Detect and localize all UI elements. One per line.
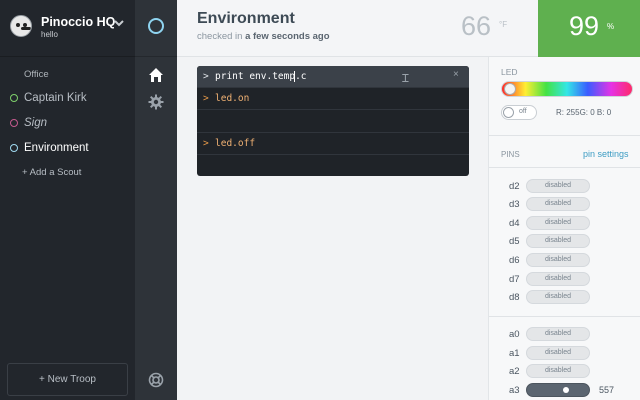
pin-row-d3: d3 disabled: [509, 197, 629, 211]
pin-row-a3: a3 557: [509, 383, 629, 397]
pin-name: d3: [509, 199, 520, 210]
icon-rail: [135, 0, 177, 400]
home-icon[interactable]: [148, 67, 164, 83]
rail-divider: [135, 56, 177, 57]
gear-icon[interactable]: [148, 94, 164, 110]
pin-name: a1: [509, 348, 520, 359]
console-line-prompt: >: [203, 138, 209, 149]
pin-mode-toggle[interactable]: disabled: [526, 179, 590, 193]
console-line-text: led.off: [215, 138, 256, 149]
toggle-knob: [563, 387, 569, 393]
console-line-text: led.on: [215, 93, 250, 104]
console-output-line: [197, 109, 469, 131]
rgb-readout: R: 255G: 0 B: 0: [556, 108, 612, 117]
status-ring-icon[interactable]: [148, 18, 164, 34]
console-line-prompt: >: [203, 93, 209, 104]
pin-name: a2: [509, 366, 520, 377]
pin-row-d8: d8 disabled: [509, 290, 629, 304]
humidity-value: 99: [569, 11, 600, 41]
console-output-line: [197, 154, 469, 176]
console-output-line: > led.off: [197, 132, 469, 154]
chevron-down-icon[interactable]: [113, 17, 125, 29]
pin-mode-toggle[interactable]: disabled: [526, 253, 590, 267]
toggle-label: off: [519, 108, 527, 115]
pin-row-a0: a0 disabled: [509, 327, 629, 341]
scout-header: Environment checked in a few seconds ago…: [177, 0, 640, 57]
lifebuoy-icon[interactable]: [148, 372, 164, 388]
scout-label: Captain Kirk: [24, 92, 87, 104]
checked-in-prefix: checked in: [197, 31, 246, 42]
pin-mode-toggle[interactable]: disabled: [526, 197, 590, 211]
checked-in-status: checked in a few seconds ago: [197, 31, 330, 42]
scout-label: Environment: [24, 142, 89, 154]
pin-mode-toggle[interactable]: disabled: [526, 327, 590, 341]
console-input[interactable]: > print env.temp.c Ꮖ ×: [197, 66, 469, 87]
scout-status-icon: [10, 144, 18, 152]
pin-name: a0: [509, 329, 520, 340]
pin-name: d4: [509, 218, 520, 229]
text-caret: [294, 71, 295, 82]
pin-row-d5: d5 disabled: [509, 234, 629, 248]
app-subtitle: hello: [41, 30, 58, 39]
right-panel: LED off R: 255G: 0 B: 0 PINS pin setting…: [488, 57, 640, 400]
pin-name: d8: [509, 292, 520, 303]
scout-item-sign[interactable]: Sign: [10, 117, 47, 129]
pin-value: 557: [599, 385, 615, 395]
pin-row-d4: d4 disabled: [509, 216, 629, 230]
pin-mode-toggle[interactable]: disabled: [526, 272, 590, 286]
troop-name: Office: [24, 69, 49, 80]
troop-selector[interactable]: Pinoccio HQ hello: [0, 0, 135, 57]
scout-item-captain-kirk[interactable]: Captain Kirk: [10, 92, 87, 104]
pin-mode-toggle[interactable]: disabled: [526, 364, 590, 378]
pin-row-d2: d2 disabled: [509, 179, 629, 193]
led-toggle[interactable]: off: [501, 105, 537, 120]
pin-row-d6: d6 disabled: [509, 253, 629, 267]
divider: [489, 167, 640, 168]
led-color-slider[interactable]: [501, 81, 633, 97]
pins-label: PINS: [501, 150, 520, 159]
pin-mode-toggle[interactable]: [526, 383, 590, 397]
add-scout-link[interactable]: + Add a Scout: [22, 167, 81, 178]
page-title: Environment: [197, 10, 295, 27]
scout-status-icon: [10, 94, 18, 102]
pin-mode-toggle[interactable]: disabled: [526, 216, 590, 230]
new-troop-button[interactable]: + New Troop: [7, 363, 128, 396]
pin-settings-link[interactable]: pin settings: [583, 149, 629, 159]
pinocchio-logo-icon: [10, 15, 32, 37]
app-title: Pinoccio HQ: [41, 15, 116, 29]
toggle-knob: [503, 107, 514, 118]
sidebar: Pinoccio HQ hello Office Captain Kirk Si…: [0, 0, 135, 400]
close-icon[interactable]: ×: [453, 69, 459, 80]
scout-item-environment[interactable]: Environment: [10, 142, 89, 154]
temperature-unit: °F: [499, 20, 508, 29]
ibeam-cursor-icon: Ꮖ: [402, 73, 410, 85]
pin-mode-toggle[interactable]: disabled: [526, 234, 590, 248]
pin-name: a3: [509, 385, 520, 396]
led-slider-thumb[interactable]: [504, 83, 516, 95]
divider: [489, 316, 640, 317]
pin-name: d6: [509, 255, 520, 266]
led-label: LED: [501, 67, 518, 77]
humidity-tile: 99 %: [538, 0, 640, 57]
pin-row-a1: a1 disabled: [509, 346, 629, 360]
pin-row-a2: a2 disabled: [509, 364, 629, 378]
console-prompt: >: [203, 71, 209, 82]
scout-label: Sign: [24, 117, 48, 129]
humidity-unit: %: [607, 22, 615, 31]
pin-name: d2: [509, 181, 520, 192]
scout-status-icon: [10, 119, 18, 127]
temperature-value: 66: [461, 11, 492, 41]
divider: [489, 135, 640, 136]
console-command-text[interactable]: print env.temp.c: [215, 71, 307, 82]
pin-mode-toggle[interactable]: disabled: [526, 346, 590, 360]
pin-row-d7: d7 disabled: [509, 272, 629, 286]
console-output-line: > led.on: [197, 87, 469, 109]
command-console: > print env.temp.c Ꮖ × > led.on > led.of…: [197, 66, 469, 176]
checked-in-time: a few seconds ago: [245, 31, 330, 42]
pin-name: d7: [509, 274, 520, 285]
pin-mode-toggle[interactable]: disabled: [526, 290, 590, 304]
pin-name: d5: [509, 236, 520, 247]
